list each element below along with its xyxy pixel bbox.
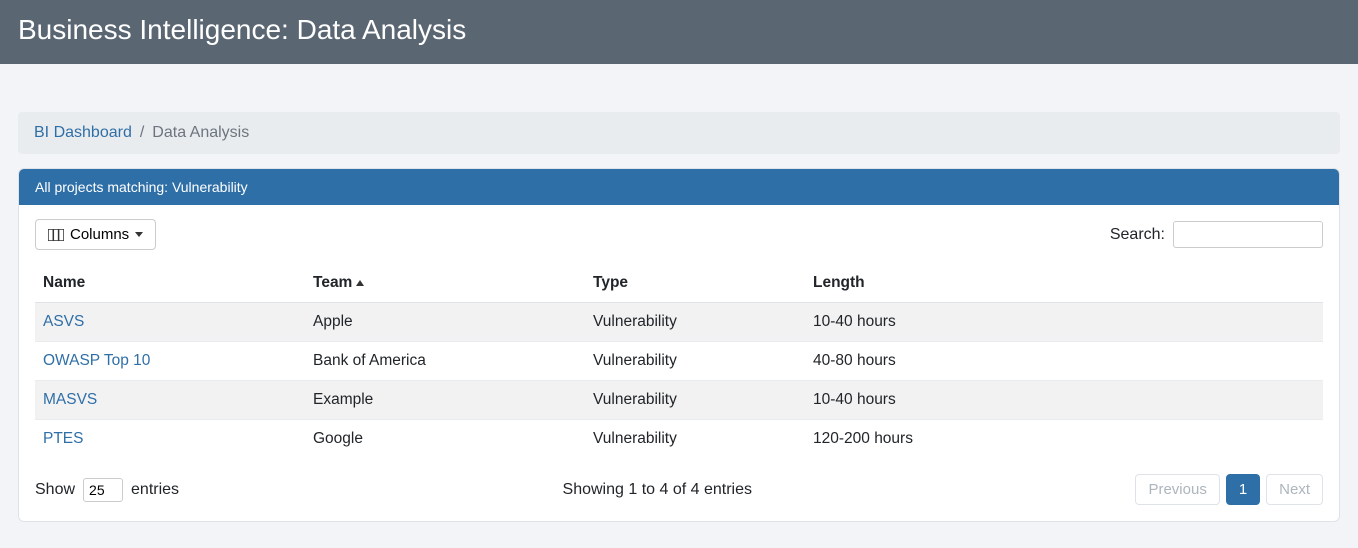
col-header-team-label: Team [313,274,352,291]
cell-team: Apple [305,303,585,342]
pager: Previous 1 Next [1135,474,1323,505]
show-entries-suffix: entries [131,481,179,499]
columns-icon [48,229,64,241]
results-card: All projects matching: Vulnerability Col… [18,168,1340,522]
project-link[interactable]: ASVS [43,313,84,330]
table-footer: Show entries Showing 1 to 4 of 4 entries… [35,474,1323,505]
app-header: Business Intelligence: Data Analysis [0,0,1358,64]
table-info: Showing 1 to 4 of 4 entries [563,481,752,499]
breadcrumb: BI Dashboard / Data Analysis [18,112,1340,154]
project-link[interactable]: PTES [43,430,83,447]
cell-length: 10-40 hours [805,381,1323,420]
breadcrumb-current: Data Analysis [152,124,249,142]
cell-type: Vulnerability [585,342,805,381]
search-wrap: Search: [1110,221,1323,248]
cell-type: Vulnerability [585,420,805,459]
cell-team: Example [305,381,585,420]
cell-length: 120-200 hours [805,420,1323,459]
pager-page-1[interactable]: 1 [1226,474,1260,505]
card-header: All projects matching: Vulnerability [19,169,1339,205]
table-row: ASVS AppleVulnerability10-40 hours [35,303,1323,342]
show-entries: Show entries [35,478,179,502]
pager-next[interactable]: Next [1266,474,1323,505]
table-row: MASVS ExampleVulnerability10-40 hours [35,381,1323,420]
breadcrumb-root-link[interactable]: BI Dashboard [34,124,132,142]
col-header-name[interactable]: Name [35,264,305,303]
columns-button-label: Columns [70,226,129,243]
table-body: ASVSAppleVulnerability10-40 hoursOWASP T… [35,303,1323,459]
table-toolbar: Columns Search: [35,219,1323,250]
cell-length: 10-40 hours [805,303,1323,342]
col-header-length[interactable]: Length [805,264,1323,303]
sort-asc-icon [356,280,364,286]
projects-table: Name Team Type Length ASVSAppleVulnerabi… [35,264,1323,458]
cell-team: Bank of America [305,342,585,381]
card-body: Columns Search: Name Team Type Length [19,205,1339,521]
breadcrumb-separator: / [140,124,144,142]
table-row: OWASP Top 10 Bank of AmericaVulnerability… [35,342,1323,381]
project-link[interactable]: MASVS [43,391,97,408]
columns-button[interactable]: Columns [35,219,156,250]
col-header-type-label: Type [593,274,628,291]
main-container: BI Dashboard / Data Analysis All project… [0,64,1358,542]
cell-team: Google [305,420,585,459]
search-label: Search: [1110,226,1165,244]
col-header-team[interactable]: Team [305,264,585,303]
entries-input[interactable] [83,478,123,502]
cell-length: 40-80 hours [805,342,1323,381]
table-header-row: Name Team Type Length [35,264,1323,303]
table-row: PTES GoogleVulnerability120-200 hours [35,420,1323,459]
col-header-type[interactable]: Type [585,264,805,303]
search-input[interactable] [1173,221,1323,248]
cell-type: Vulnerability [585,381,805,420]
cell-type: Vulnerability [585,303,805,342]
col-header-name-label: Name [43,274,85,291]
show-entries-prefix: Show [35,481,75,499]
chevron-down-icon [135,232,143,237]
pager-previous[interactable]: Previous [1135,474,1219,505]
page-title: Business Intelligence: Data Analysis [18,14,1340,46]
col-header-length-label: Length [813,274,865,291]
project-link[interactable]: OWASP Top 10 [43,352,150,369]
